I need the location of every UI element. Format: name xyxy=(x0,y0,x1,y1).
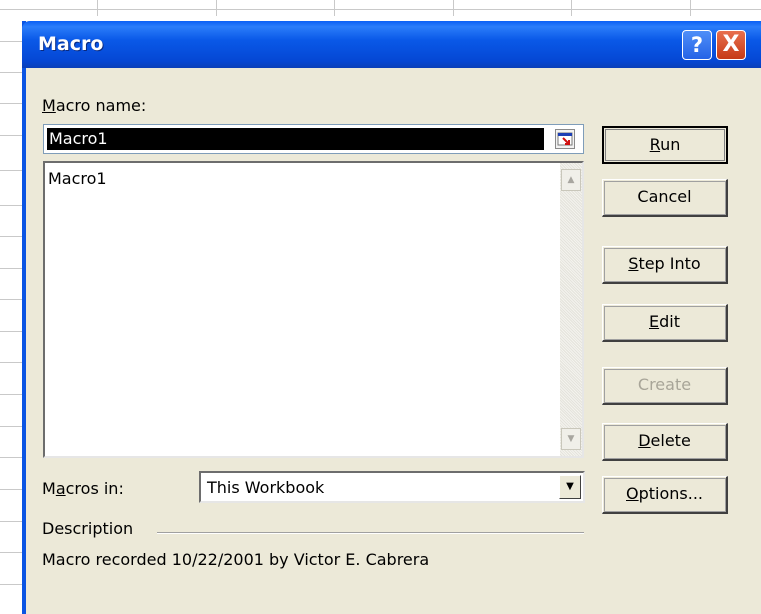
grid-line xyxy=(216,0,217,16)
macro-name-value: Macro1 xyxy=(47,128,544,150)
dialog-title: Macro xyxy=(38,33,104,55)
grid-line xyxy=(0,426,24,427)
grid-line xyxy=(690,0,691,16)
description-heading: Description xyxy=(42,519,134,538)
macros-in-dropdown[interactable]: This Workbook ▼ xyxy=(199,471,585,503)
grid-line xyxy=(0,331,24,332)
close-button[interactable]: X xyxy=(716,30,746,60)
grid-line xyxy=(0,205,24,206)
grid-line xyxy=(571,0,572,16)
run-button[interactable]: Run xyxy=(602,126,728,164)
description-text: Macro recorded 10/22/2001 by Victor E. C… xyxy=(42,550,430,569)
grid-line xyxy=(0,584,24,585)
macro-name-input[interactable]: Macro1 xyxy=(43,124,584,154)
grid-line xyxy=(0,394,24,395)
grid-line xyxy=(0,362,24,363)
grid-line xyxy=(0,268,24,269)
macro-name-label: Macro name: xyxy=(42,96,147,115)
grid-line xyxy=(0,521,24,522)
grid-line xyxy=(453,0,454,16)
grid-line xyxy=(0,72,24,73)
grid-line xyxy=(0,135,24,136)
grid-line xyxy=(0,9,761,10)
scroll-down-icon[interactable]: ▼ xyxy=(561,428,581,450)
list-item[interactable]: Macro1 xyxy=(48,169,107,188)
delete-button[interactable]: Delete xyxy=(602,423,728,461)
help-button[interactable]: ? xyxy=(682,30,712,60)
chevron-down-icon[interactable]: ▼ xyxy=(559,475,581,499)
grid-line xyxy=(0,103,24,104)
macros-in-value: This Workbook xyxy=(207,478,325,497)
options-button[interactable]: Options... xyxy=(602,476,728,514)
scroll-up-icon[interactable]: ▲ xyxy=(561,169,581,191)
grid-line xyxy=(334,0,335,16)
grid-line xyxy=(0,489,24,490)
divider xyxy=(157,533,584,534)
grid-line xyxy=(0,457,24,458)
collapse-dialog-icon xyxy=(557,132,573,146)
title-bar[interactable]: Macro ? X xyxy=(22,21,761,68)
macros-in-label: Macros in: xyxy=(42,479,124,498)
macro-list[interactable]: Macro1 ▲ ▼ xyxy=(43,161,584,458)
create-button: Create xyxy=(602,367,728,405)
grid-line xyxy=(97,0,98,16)
step-into-button[interactable]: Step Into xyxy=(602,246,728,284)
grid-line xyxy=(0,236,24,237)
grid-line xyxy=(0,170,24,171)
macro-dialog: Macro ? X Macro name: Macro1 Macro1 ▲ ▼ … xyxy=(22,21,761,614)
list-scrollbar[interactable]: ▲ ▼ xyxy=(560,163,582,456)
cancel-button[interactable]: Cancel xyxy=(602,179,728,217)
edit-button[interactable]: Edit xyxy=(602,304,728,342)
grid-line xyxy=(0,41,24,42)
grid-line xyxy=(0,552,24,553)
grid-line xyxy=(0,299,24,300)
ref-edit-icon[interactable] xyxy=(555,129,575,149)
